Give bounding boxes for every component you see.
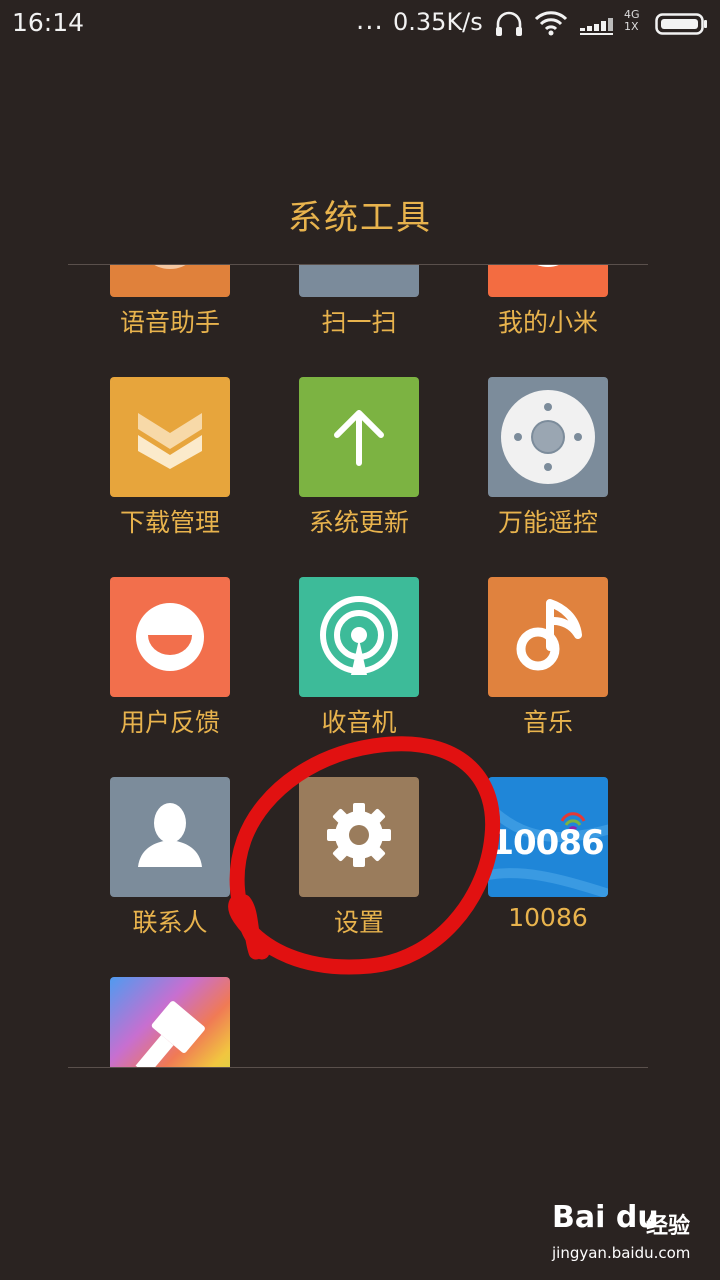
china-mobile-logo: 10086 xyxy=(488,777,608,897)
app-label: 联系人 xyxy=(132,908,208,937)
scanner-icon xyxy=(299,265,419,297)
app-label: 设置 xyxy=(333,908,384,937)
app-download-manager[interactable]: 下载管理 xyxy=(90,377,250,577)
folder-app-grid[interactable]: 语音助手 扫一扫 我的小米 下载管理 系统更新 万能遥控 用户反馈 收音机 音乐… xyxy=(68,265,648,1067)
app-label: 我的小米 xyxy=(497,308,598,337)
app-contacts[interactable]: 联系人 xyxy=(90,777,250,977)
app-music[interactable]: 音乐 xyxy=(468,577,628,777)
app-scanner[interactable]: 扫一扫 xyxy=(279,265,439,377)
watermark-url: jingyan.baidu.com xyxy=(552,1244,691,1262)
baidu-jingyan-watermark: Bai du 经验 jingyan.baidu.com xyxy=(552,1200,712,1270)
app-label: 用户反馈 xyxy=(119,708,220,737)
app-radio[interactable]: 收音机 xyxy=(279,577,439,777)
gear-icon xyxy=(299,777,419,897)
theme-brush-icon xyxy=(110,977,230,1067)
app-remote-control[interactable]: 万能遥控 xyxy=(468,377,628,577)
app-label: 系统更新 xyxy=(308,508,409,537)
app-10086[interactable]: 10086 10086 xyxy=(468,777,628,977)
wifi-icon xyxy=(534,10,568,40)
app-label: 下载管理 xyxy=(119,508,220,537)
baidu-logo: Bai du xyxy=(552,1200,659,1235)
network-type-1x: 1X xyxy=(624,20,639,33)
app-themes[interactable] xyxy=(90,977,250,1067)
folder-title[interactable]: 系统工具 xyxy=(0,190,720,239)
folder-bottom-divider xyxy=(68,1067,648,1068)
contact-person-icon xyxy=(110,777,230,897)
watermark-experience: 经验 xyxy=(646,1214,691,1239)
network-type: 4G 1X xyxy=(624,9,640,33)
smiley-icon xyxy=(110,577,230,697)
app-system-update[interactable]: 系统更新 xyxy=(279,377,439,577)
app-voice-assistant[interactable]: 语音助手 xyxy=(90,265,250,377)
app-label: 扫一扫 xyxy=(321,308,397,337)
app-my-xiaomi[interactable]: 我的小米 xyxy=(468,265,628,377)
status-more-indicator: ... xyxy=(356,6,384,36)
app-settings[interactable]: 设置 xyxy=(279,777,439,977)
china-mobile-logo-text: 10086 xyxy=(490,823,604,863)
headphones-icon xyxy=(494,10,524,42)
network-speed: 0.35K/s xyxy=(393,8,483,36)
app-label: 收音机 xyxy=(321,708,397,737)
remote-control-icon xyxy=(488,377,608,497)
app-label: 10086 xyxy=(508,903,588,932)
mi-account-icon xyxy=(488,265,608,297)
signal-icon xyxy=(580,12,620,40)
download-icon xyxy=(110,377,230,497)
music-note-icon xyxy=(488,577,608,697)
radio-icon xyxy=(299,577,419,697)
app-label: 语音助手 xyxy=(119,308,220,337)
voice-assistant-icon xyxy=(110,265,230,297)
app-user-feedback[interactable]: 用户反馈 xyxy=(90,577,250,777)
update-arrow-icon xyxy=(299,377,419,497)
status-time: 16:14 xyxy=(12,8,85,37)
app-label: 音乐 xyxy=(522,708,573,737)
battery-icon xyxy=(655,13,709,39)
app-label: 万能遥控 xyxy=(497,508,598,537)
status-bar: 16:14 ... 0.35K/s 4G 1X xyxy=(0,0,720,50)
